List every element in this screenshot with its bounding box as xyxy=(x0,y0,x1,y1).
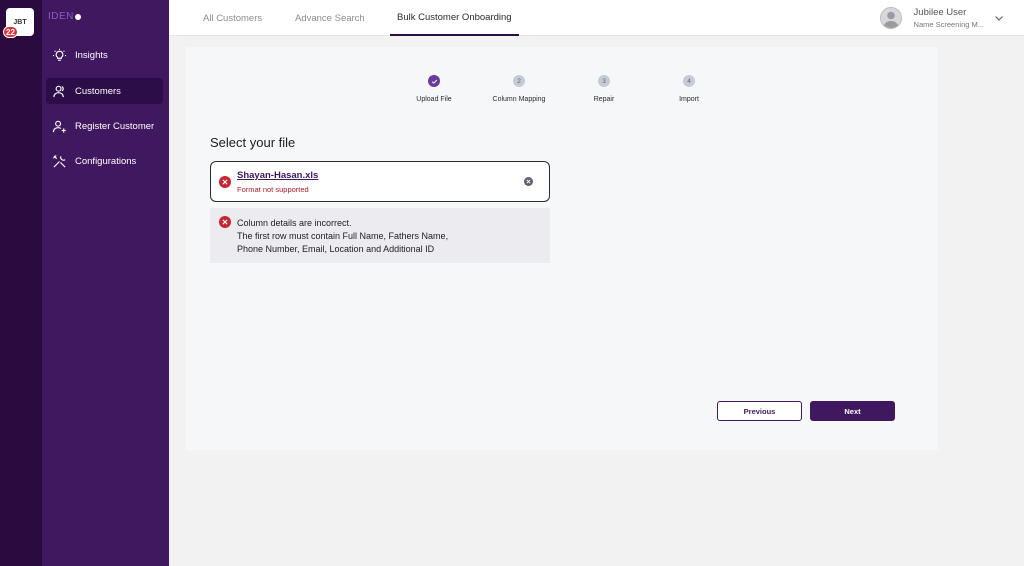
chevron-down-icon[interactable] xyxy=(994,13,1004,23)
previous-button[interactable]: Previous xyxy=(717,401,802,421)
add-user-icon xyxy=(51,118,67,134)
user-menu[interactable]: Jubilee User Name Screening M... xyxy=(879,5,1004,31)
selected-file-box[interactable]: Shayan-Hasan.xls Format not supported xyxy=(210,161,550,202)
sidebar-item-register-customer[interactable]: Register Customer xyxy=(46,113,163,139)
logo-dot-icon xyxy=(74,13,81,20)
step-repair: 3 Repair xyxy=(564,75,644,103)
sidebar-item-customers[interactable]: Customers xyxy=(46,78,163,104)
step-indicator: 4 xyxy=(683,75,695,87)
step-label: Upload File xyxy=(416,96,452,103)
section-title: Select your file xyxy=(210,135,296,150)
next-button[interactable]: Next xyxy=(810,401,895,421)
step-column-mapping: 2 Column Mapping xyxy=(479,75,559,103)
sidebar-item-label: Insights xyxy=(75,49,108,61)
step-label: Import xyxy=(679,96,699,103)
sidebar-item-label: Configurations xyxy=(75,155,137,167)
tab-all-customers[interactable]: All Customers xyxy=(203,0,262,36)
avatar xyxy=(879,7,902,29)
step-import: 4 Import xyxy=(649,75,729,103)
error-line: Column details are incorrect. xyxy=(237,218,352,228)
file-name-link[interactable]: Shayan-Hasan.xls xyxy=(237,170,318,181)
logo-text: IDEN xyxy=(48,11,74,22)
error-message: Column details are incorrect. The first … xyxy=(237,217,448,256)
onboarding-card: Upload File 2 Column Mapping 3 Repair 4 … xyxy=(186,47,938,450)
user-name: Jubilee User xyxy=(913,7,967,18)
error-icon xyxy=(219,216,231,228)
sidebar: IDEN Insights Customers Register Custome… xyxy=(42,0,169,566)
step-indicator: 3 xyxy=(598,75,610,87)
sidebar-item-configurations[interactable]: Configurations xyxy=(46,148,163,174)
tools-icon xyxy=(51,153,67,169)
user-avatar-icon xyxy=(883,11,899,28)
tab-advance-search[interactable]: Advance Search xyxy=(295,0,365,36)
lightbulb-icon xyxy=(51,47,67,63)
step-label: Repair xyxy=(593,96,615,103)
step-indicator: 2 xyxy=(513,75,525,87)
sidebar-item-insights[interactable]: Insights xyxy=(46,42,163,68)
step-upload-file: Upload File xyxy=(394,75,474,103)
tab-label: Bulk Customer Onboarding xyxy=(397,11,512,23)
check-icon xyxy=(431,79,437,84)
error-message-panel: Column details are incorrect. The first … xyxy=(210,208,550,263)
top-bar: All Customers Advance Search Bulk Custom… xyxy=(169,0,1024,36)
tab-bulk-customer-onboarding[interactable]: Bulk Customer Onboarding xyxy=(390,0,519,36)
error-icon xyxy=(219,176,231,188)
user-role: Name Screening M... xyxy=(913,20,984,29)
step-label: Column Mapping xyxy=(492,96,546,103)
tab-label: All Customers xyxy=(203,12,263,24)
remove-file-icon[interactable] xyxy=(524,177,533,186)
error-line: Phone Number, Email, Location and Additi… xyxy=(237,244,435,254)
org-rail: JBT 22 xyxy=(0,0,42,566)
sidebar-item-label: Register Customer xyxy=(75,120,155,132)
step-indicator xyxy=(428,75,440,87)
users-icon xyxy=(51,83,67,99)
org-code: JBT xyxy=(13,18,27,26)
app-logo[interactable]: IDEN xyxy=(48,11,81,22)
error-line: The first row must contain Full Name, Fa… xyxy=(237,231,449,241)
notification-badge: 22 xyxy=(3,26,18,38)
file-status: Format not supported xyxy=(237,185,309,194)
sidebar-item-label: Customers xyxy=(75,85,121,97)
tab-label: Advance Search xyxy=(295,12,365,24)
